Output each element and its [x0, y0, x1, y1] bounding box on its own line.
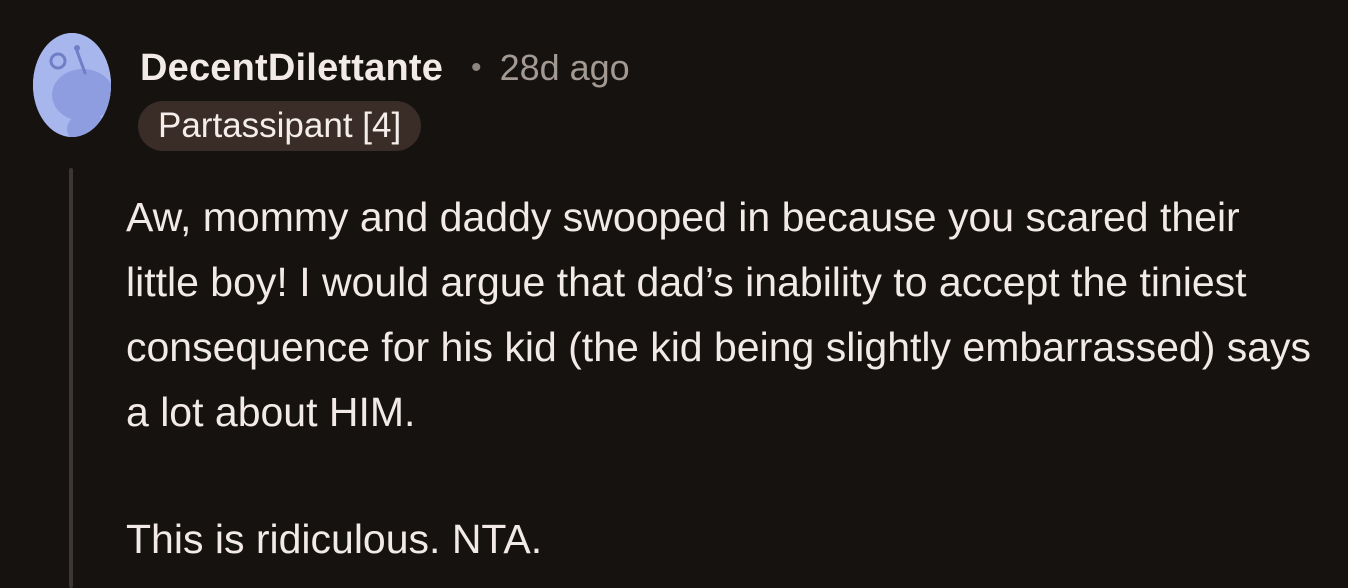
- comment-body: Aw, mommy and daddy swooped in because y…: [126, 185, 1316, 572]
- user-flair: Partassipant [4]: [138, 101, 422, 151]
- username-link[interactable]: DecentDilettante: [140, 47, 443, 90]
- timestamp[interactable]: 28d ago: [500, 47, 630, 89]
- thread-line[interactable]: [69, 168, 73, 588]
- avatar[interactable]: [33, 33, 111, 137]
- comment-paragraph: Aw, mommy and daddy swooped in because y…: [126, 194, 1312, 435]
- comment: DecentDilettante • 28d ago Partassipant …: [0, 0, 1348, 588]
- meta-separator: •: [471, 51, 482, 84]
- comment-paragraph: This is ridiculous. NTA.: [126, 516, 543, 562]
- snoo-avatar-icon: [33, 33, 111, 137]
- comment-meta: DecentDilettante • 28d ago: [140, 44, 630, 92]
